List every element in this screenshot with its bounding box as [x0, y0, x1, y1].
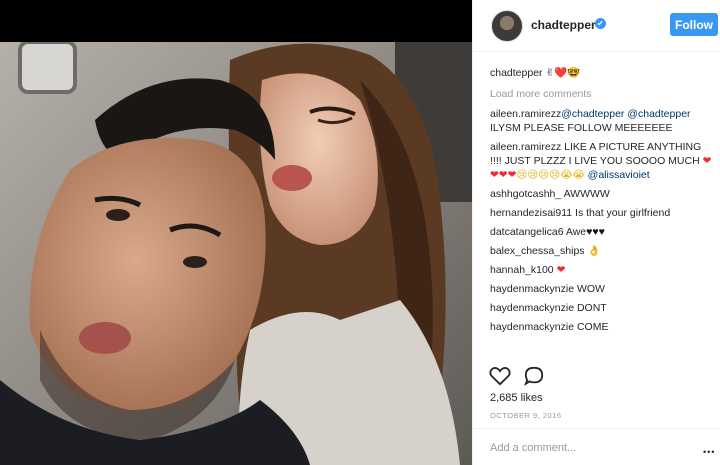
comment-item: haydenmackynzie WOW — [490, 282, 712, 296]
post-date: OCTOBER 9, 2016 — [490, 411, 562, 420]
comment-text: DONT — [574, 302, 607, 314]
post-side-panel: chadtepper ✔ Follow chadtepper ✌❤️🤓 Load… — [472, 0, 720, 465]
comment-username[interactable]: aileen.ramirezz — [490, 108, 561, 120]
caption-emojis: ✌❤️🤓 — [545, 67, 581, 79]
add-comment-input[interactable] — [490, 442, 690, 454]
comment-rows: aileen.ramirezz@chadtepper @chadtepper I… — [490, 107, 712, 334]
comment-emoji: 😢😢😢😢😭😭 — [516, 169, 585, 181]
comment-username[interactable]: haydenmackynzie — [490, 302, 574, 314]
comment-username[interactable]: hernandezisai911 — [490, 207, 572, 219]
post-photo[interactable] — [0, 0, 472, 465]
comment-username[interactable]: hannah_k100 — [490, 264, 554, 276]
comment-mention-link[interactable]: @alissavioiet — [588, 169, 650, 181]
comment-username[interactable]: ashhgotcashh_ — [490, 188, 561, 200]
caption-username[interactable]: chadtepper — [490, 67, 543, 79]
load-more-comments-link[interactable]: Load more comments — [490, 87, 712, 101]
comment-text: ILYSM PLEASE FOLLOW MEEEEEEE — [490, 122, 673, 134]
add-comment-bar: ••• — [473, 428, 720, 465]
heart-outline-icon[interactable] — [489, 366, 511, 386]
comment-username[interactable]: aileen.ramirezz — [490, 141, 561, 153]
follow-button[interactable]: Follow — [670, 13, 718, 36]
comment-text: WOW — [574, 283, 605, 295]
comment-emoji: ❤ — [556, 264, 566, 276]
comment-list: chadtepper ✌❤️🤓 Load more comments ailee… — [490, 66, 712, 339]
likes-count[interactable]: 2,685 likes — [490, 392, 543, 404]
comment-emoji: 👌 — [587, 245, 601, 257]
author-username[interactable]: chadtepper — [531, 18, 596, 32]
post-caption: chadtepper ✌❤️🤓 — [490, 66, 712, 80]
comment-item: hannah_k100 ❤ — [490, 263, 712, 277]
ellipsis-icon[interactable]: ••• — [703, 447, 715, 457]
comment-item: datcatangelica6 Awe♥♥♥ — [490, 225, 712, 239]
speech-bubble-icon[interactable] — [523, 366, 545, 386]
comment-username[interactable]: datcatangelica6 — [490, 226, 564, 238]
comment-item: balex_chessa_ships 👌 — [490, 244, 712, 258]
comment-text: Awe — [563, 226, 587, 238]
photo-top-letterbox — [0, 0, 472, 42]
comment-username[interactable]: haydenmackynzie — [490, 283, 574, 295]
verified-badge-icon: ✔ — [595, 18, 606, 29]
comment-emoji: ♥♥♥ — [586, 226, 605, 238]
comment-username[interactable]: haydenmackynzie — [490, 321, 574, 333]
comment-item: haydenmackynzie DONT — [490, 301, 712, 315]
comment-mention-link[interactable]: @chadtepper — [561, 108, 624, 120]
post-header: chadtepper ✔ Follow — [473, 0, 720, 52]
photo-illustration — [0, 0, 472, 465]
comment-item: aileen.ramirezz@chadtepper @chadtepper I… — [490, 107, 712, 135]
action-bar — [489, 366, 569, 388]
comment-username[interactable]: balex_chessa_ships — [490, 245, 585, 257]
comment-item: hernandezisai911 Is that your girlfriend — [490, 206, 712, 220]
comment-item: aileen.ramirezz LIKE A PICTURE ANYTHING … — [490, 140, 712, 182]
comment-text: COME — [574, 321, 609, 333]
avatar[interactable] — [491, 10, 523, 42]
comment-text: Is that your girlfriend — [572, 207, 671, 219]
comment-item: ashhgotcashh_ AWWWW — [490, 187, 712, 201]
comment-item: haydenmackynzie COME — [490, 320, 712, 334]
comment-text: AWWWW — [561, 188, 610, 200]
comment-mention-link[interactable]: @chadtepper — [627, 108, 690, 120]
